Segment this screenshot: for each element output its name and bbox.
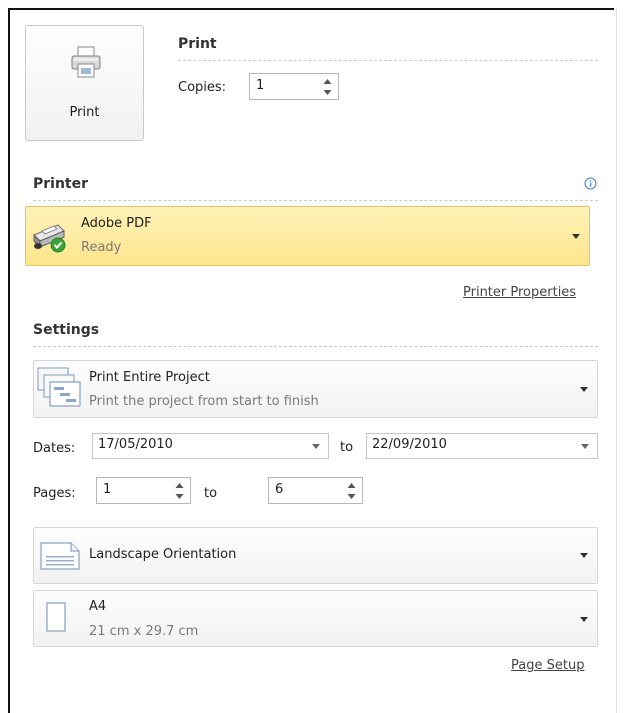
print-section-divider: [178, 60, 598, 61]
stepper-arrows-icon[interactable]: [347, 481, 356, 501]
printer-icon: [70, 46, 102, 84]
end-date-picker[interactable]: 22/09/2010: [366, 433, 598, 459]
paper-size-title: A4: [89, 599, 107, 614]
pages-label: Pages:: [33, 486, 76, 501]
print-button[interactable]: Print: [25, 25, 144, 141]
orientation-dropdown[interactable]: Landscape Orientation: [33, 527, 598, 584]
printer-properties-link[interactable]: Printer Properties: [463, 285, 576, 300]
start-date-value: 17/05/2010: [98, 437, 173, 452]
landscape-page-icon: [40, 542, 80, 574]
settings-section-title: Settings: [33, 322, 100, 338]
chevron-down-icon[interactable]: [581, 444, 589, 449]
end-date-value: 22/09/2010: [372, 437, 447, 452]
paper-page-icon: [46, 602, 66, 636]
dates-label: Dates:: [33, 441, 76, 456]
print-scope-subtitle: Print the project from start to finish: [89, 394, 319, 409]
chevron-down-icon: [580, 553, 588, 558]
stepper-arrows-icon[interactable]: [175, 481, 184, 501]
copies-label: Copies:: [178, 80, 227, 95]
printer-dropdown[interactable]: Adobe PDF Ready: [25, 206, 590, 266]
orientation-title: Landscape Orientation: [89, 547, 237, 562]
settings-section-divider: [33, 346, 598, 347]
print-section-title: Print: [178, 36, 217, 52]
chevron-down-icon: [580, 387, 588, 392]
chevron-down-icon: [580, 617, 588, 622]
stepper-arrows-icon[interactable]: [323, 77, 332, 97]
print-scope-dropdown[interactable]: Print Entire Project Print the project f…: [33, 360, 598, 418]
chevron-down-icon: [572, 234, 580, 239]
panel-divider: [616, 8, 617, 713]
print-button-label: Print: [69, 105, 100, 120]
dates-to-label: to: [340, 440, 354, 455]
info-icon[interactable]: [584, 177, 597, 194]
pages-to-value: 6: [275, 482, 284, 497]
page-setup-link[interactable]: Page Setup: [511, 658, 584, 673]
pages-to-stepper[interactable]: 6: [268, 477, 363, 504]
pages-from-stepper[interactable]: 1: [96, 477, 191, 504]
printer-name: Adobe PDF: [81, 216, 152, 231]
paper-size-dimensions: 21 cm x 29.7 cm: [89, 624, 199, 639]
paper-size-dropdown[interactable]: A4 21 cm x 29.7 cm: [33, 590, 598, 647]
printer-section-divider: [33, 200, 598, 201]
copies-value: 1: [256, 78, 265, 93]
pages-to-label: to: [204, 486, 218, 501]
printer-ready-icon: [30, 217, 70, 259]
print-project-icon: [37, 367, 83, 415]
chevron-down-icon[interactable]: [312, 444, 320, 449]
print-scope-title: Print Entire Project: [89, 370, 210, 385]
start-date-picker[interactable]: 17/05/2010: [92, 433, 329, 459]
printer-status: Ready: [81, 240, 122, 255]
printer-section-title: Printer: [33, 176, 89, 192]
copies-stepper[interactable]: 1: [249, 73, 339, 100]
pages-from-value: 1: [103, 482, 112, 497]
